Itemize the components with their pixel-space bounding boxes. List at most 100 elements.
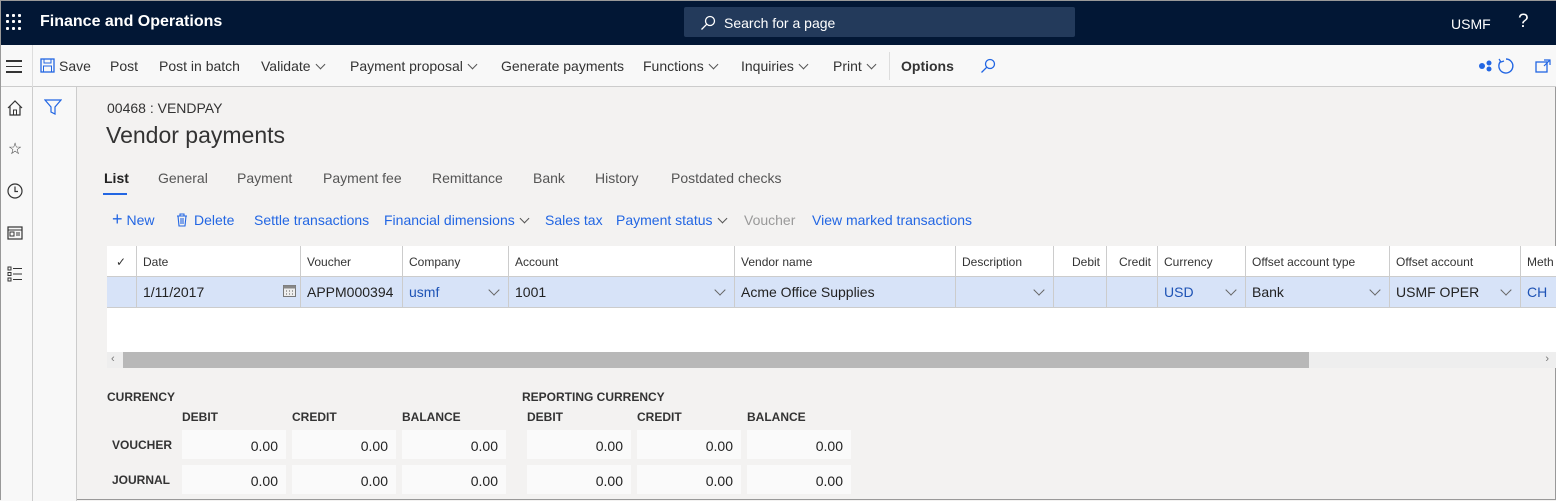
column-header-offset-account-type[interactable]: Offset account type — [1246, 246, 1390, 276]
open-new-window-icon[interactable] — [1535, 59, 1551, 73]
chevron-down-icon[interactable] — [1033, 284, 1045, 296]
journal-row-label: JOURNAL — [112, 473, 171, 487]
generate-payments-button[interactable]: Generate payments — [501, 58, 624, 74]
column-header-company[interactable]: Company — [403, 246, 509, 276]
chevron-down-icon[interactable] — [1225, 284, 1237, 296]
chevron-down-icon — [708, 59, 719, 70]
tab-history[interactable]: History — [595, 170, 639, 186]
post-button[interactable]: Post — [110, 58, 138, 74]
method-field[interactable]: CH — [1521, 277, 1556, 307]
financial-dimensions-menu[interactable]: Financial dimensions — [384, 212, 530, 228]
active-tab-indicator — [103, 193, 127, 195]
divider — [32, 45, 33, 87]
column-header-voucher[interactable]: Voucher — [301, 246, 403, 276]
column-header-date[interactable]: Date — [137, 246, 301, 276]
currency-journal-debit: 0.00 — [182, 465, 286, 494]
action-search-icon[interactable] — [980, 58, 996, 74]
column-header-currency[interactable]: Currency — [1158, 246, 1246, 276]
tab-remittance[interactable]: Remittance — [432, 170, 503, 186]
vendor-name-field[interactable]: Acme Office Supplies — [735, 277, 956, 307]
credit-field[interactable] — [1107, 277, 1158, 307]
description-field[interactable] — [956, 277, 1054, 307]
date-field[interactable]: 1/11/2017 — [137, 277, 301, 307]
settle-transactions-button[interactable]: Settle transactions — [254, 212, 369, 228]
tab-bank[interactable]: Bank — [533, 170, 565, 186]
row-selector[interactable] — [107, 277, 137, 307]
search-icon — [701, 15, 716, 30]
new-button[interactable]: + New — [112, 210, 155, 228]
scroll-right-arrow-icon[interactable]: › — [1545, 353, 1549, 365]
recent-clock-icon[interactable] — [6, 182, 24, 200]
tab-list[interactable]: List — [104, 170, 129, 186]
reporting-journal-debit: 0.00 — [527, 465, 631, 494]
chevron-down-icon[interactable] — [488, 284, 500, 296]
view-marked-transactions-button[interactable]: View marked transactions — [812, 212, 972, 228]
horizontal-scrollbar[interactable]: ‹ › — [107, 352, 1556, 368]
tab-payment-fee[interactable]: Payment fee — [323, 170, 402, 186]
sales-tax-button[interactable]: Sales tax — [545, 212, 603, 228]
account-field[interactable]: 1001 — [509, 277, 735, 307]
home-icon[interactable] — [6, 99, 24, 117]
office-integration-icon[interactable] — [1478, 60, 1494, 72]
post-in-batch-button[interactable]: Post in batch — [159, 58, 240, 74]
currency-debit-header: DEBIT — [182, 410, 218, 424]
chevron-down-icon[interactable] — [714, 284, 726, 296]
currency-voucher-debit: 0.00 — [182, 430, 286, 459]
offset-account-type-field[interactable]: Bank — [1246, 277, 1390, 307]
save-icon — [40, 58, 55, 73]
app-launcher-icon[interactable] — [6, 14, 22, 30]
refresh-icon[interactable] — [1497, 57, 1515, 75]
payment-status-menu[interactable]: Payment status — [616, 212, 727, 228]
inquiries-menu[interactable]: Inquiries — [741, 58, 809, 74]
tab-payment[interactable]: Payment — [237, 170, 292, 186]
column-header-description[interactable]: Description — [956, 246, 1054, 276]
voucher-field[interactable]: APPM000394 — [301, 277, 403, 307]
search-input[interactable]: Search for a page — [684, 7, 1075, 37]
navigation-bar: ☆ — [1, 87, 33, 501]
voucher-row-label: VOUCHER — [112, 438, 173, 452]
favorites-star-icon[interactable]: ☆ — [6, 139, 24, 158]
payment-proposal-menu[interactable]: Payment proposal — [350, 58, 478, 74]
company-picker[interactable]: USMF — [1451, 16, 1491, 32]
column-header-credit[interactable]: Credit — [1107, 246, 1158, 276]
tab-postdated-checks[interactable]: Postdated checks — [671, 170, 782, 186]
debit-field[interactable] — [1054, 277, 1107, 307]
grid-header-row: ✓ Date Voucher Company Account Vendor na… — [107, 246, 1556, 277]
offset-account-field[interactable]: USMF OPER — [1390, 277, 1521, 307]
select-all-checkmark-icon[interactable]: ✓ — [107, 246, 137, 276]
save-button[interactable]: Save — [40, 58, 91, 74]
column-header-account[interactable]: Account — [509, 246, 735, 276]
workspaces-icon[interactable] — [6, 224, 24, 242]
company-field[interactable]: usmf — [403, 277, 509, 307]
column-header-vendor-name[interactable]: Vendor name — [735, 246, 956, 276]
reporting-debit-header: DEBIT — [527, 410, 563, 424]
column-header-offset-account[interactable]: Offset account — [1390, 246, 1521, 276]
currency-voucher-balance: 0.00 — [402, 430, 506, 459]
delete-button[interactable]: Delete — [176, 212, 234, 228]
print-menu[interactable]: Print — [833, 58, 877, 74]
filter-icon[interactable] — [44, 99, 62, 115]
validate-menu[interactable]: Validate — [261, 58, 326, 74]
currency-field[interactable]: USD — [1158, 277, 1246, 307]
functions-menu[interactable]: Functions — [643, 58, 719, 74]
table-row[interactable]: 1/11/2017 APPM000394 usmf 1001 Acme Offi… — [107, 277, 1556, 308]
column-header-method[interactable]: Meth — [1521, 246, 1556, 276]
chevron-down-icon — [798, 59, 809, 70]
options-button[interactable]: Options — [901, 58, 954, 74]
help-icon[interactable]: ? — [1518, 11, 1529, 33]
hamburger-menu-icon[interactable] — [6, 60, 22, 77]
chevron-down-icon — [866, 59, 877, 70]
scroll-left-arrow-icon[interactable]: ‹ — [111, 353, 115, 365]
reporting-credit-header: CREDIT — [637, 410, 682, 424]
currency-summary-title: CURRENCY — [107, 390, 176, 404]
calendar-icon[interactable] — [283, 285, 296, 297]
scrollbar-thumb[interactable] — [123, 352, 1309, 368]
filter-pane — [33, 87, 77, 501]
modules-list-icon[interactable] — [6, 265, 24, 283]
chevron-down-icon[interactable] — [1500, 284, 1512, 296]
currency-voucher-credit: 0.00 — [292, 430, 396, 459]
chevron-down-icon[interactable] — [1369, 284, 1381, 296]
tab-general[interactable]: General — [158, 170, 208, 186]
reporting-voucher-debit: 0.00 — [527, 430, 631, 459]
column-header-debit[interactable]: Debit — [1054, 246, 1107, 276]
